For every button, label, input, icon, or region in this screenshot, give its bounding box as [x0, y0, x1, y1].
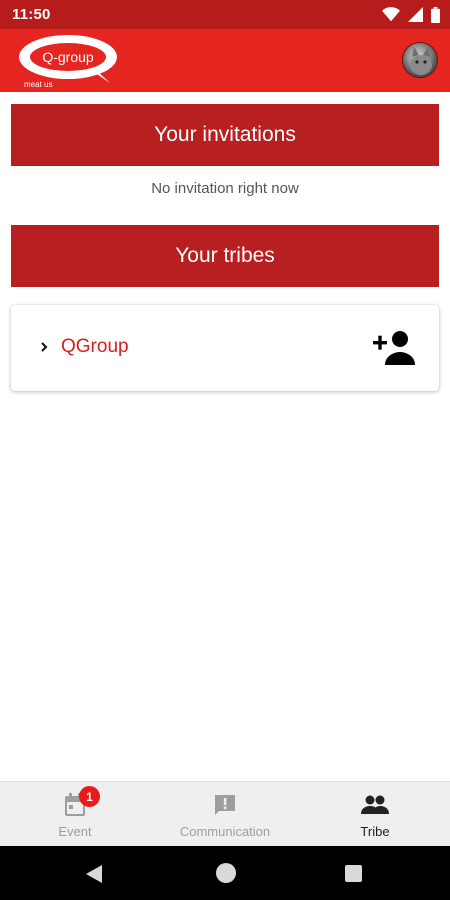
status-bar: 11:50 — [0, 0, 450, 29]
status-icons — [382, 6, 440, 23]
tribes-header: Your tribes — [11, 225, 439, 287]
recents-button[interactable] — [345, 865, 362, 887]
nav-event[interactable]: 1 Event — [25, 782, 125, 847]
system-navigation-bar — [0, 846, 450, 900]
battery-icon — [431, 6, 440, 23]
chevron-right-icon[interactable] — [39, 339, 51, 355]
logo-tagline: meat us — [24, 80, 52, 89]
invitations-header: Your invitations — [11, 104, 439, 166]
tribe-card-qgroup[interactable]: QGroup — [11, 305, 439, 391]
people-icon — [361, 792, 389, 818]
home-button[interactable] — [215, 862, 237, 889]
nav-tribe[interactable]: Tribe — [325, 782, 425, 847]
avatar[interactable] — [402, 42, 438, 78]
feedback-icon — [213, 792, 237, 818]
nav-communication-label: Communication — [179, 824, 271, 839]
status-time: 11:50 — [12, 6, 51, 23]
nav-tribe-label: Tribe — [360, 824, 390, 839]
app-bar: Q-group meat us — [0, 29, 450, 92]
person-add-icon[interactable] — [373, 329, 417, 367]
calendar-icon: 1 — [64, 786, 100, 818]
logo-text: Q-group — [42, 49, 94, 65]
tribe-name[interactable]: QGroup — [61, 336, 129, 358]
no-invitation-text: No invitation right now — [151, 180, 299, 197]
event-notification-badge: 1 — [79, 786, 100, 807]
bottom-navigation: 1 Event Communication Tribe — [0, 781, 450, 846]
q-group-logo[interactable]: Q-group meat us — [18, 33, 122, 89]
wifi-icon — [382, 7, 400, 22]
nav-event-label: Event — [58, 824, 92, 839]
cellular-signal-icon — [408, 7, 423, 22]
back-button[interactable] — [86, 865, 102, 888]
nav-communication[interactable]: Communication — [160, 782, 290, 847]
